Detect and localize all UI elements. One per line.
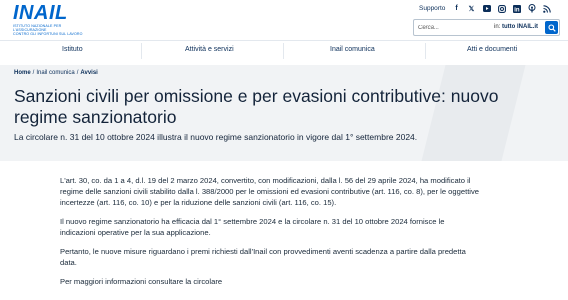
- site-header: INAIL ISTITUTO NAZIONALE PER L'ASSICURAZ…: [0, 0, 568, 65]
- breadcrumb-separator: /: [32, 70, 35, 76]
- article-paragraph: Per maggiori informazioni consultare la …: [60, 277, 223, 286]
- nav-divider: [141, 43, 142, 59]
- search-icon: [547, 23, 556, 32]
- instagram-icon[interactable]: [497, 4, 506, 13]
- rss-icon[interactable]: [542, 4, 551, 13]
- supporto-link[interactable]: Supporto: [419, 5, 445, 12]
- search-input[interactable]: [418, 23, 478, 33]
- search-scope-value: tutto INAIL.it: [502, 24, 539, 30]
- nav-item-inail-comunica[interactable]: Inail comunica: [330, 46, 375, 53]
- main-navigation: Istituto Attività e servizi Inail comuni…: [0, 40, 568, 65]
- logo-wordmark: INAIL: [13, 2, 68, 24]
- nav-item-atti-documenti[interactable]: Atti e documenti: [467, 46, 517, 53]
- nav-divider: [425, 43, 426, 59]
- article-paragraph: Pertanto, le nuove misure riguardano i p…: [60, 247, 466, 267]
- svg-text:in: in: [514, 7, 520, 12]
- nav-item-attivita-servizi[interactable]: Attività e servizi: [185, 46, 234, 53]
- podcast-icon[interactable]: [527, 4, 536, 13]
- page-title: Sanzioni civili per omissione e per evas…: [14, 86, 499, 127]
- breadcrumb: Home / Inail comunica / Avvisi: [14, 70, 98, 76]
- search-button[interactable]: [545, 21, 558, 34]
- nav-item-istituto[interactable]: Istituto: [62, 46, 83, 53]
- breadcrumb-separator: /: [76, 70, 79, 76]
- search-bar: in: tutto INAIL.it: [413, 19, 560, 36]
- logo-subtitle-line1: ISTITUTO NAZIONALE PER L'ASSICURAZIONE: [13, 24, 62, 33]
- x-icon[interactable]: 𝕏: [467, 4, 476, 13]
- breadcrumb-current: Avvisi: [80, 70, 98, 76]
- inail-logo[interactable]: INAIL ISTITUTO NAZIONALE PER L'ASSICURAZ…: [13, 3, 88, 37]
- page-subtitle: La circolare n. 31 del 10 ottobre 2024 i…: [14, 132, 418, 142]
- nav-divider: [283, 43, 284, 59]
- facebook-icon[interactable]: f: [452, 4, 461, 13]
- breadcrumb-inail-comunica[interactable]: Inail comunica: [36, 70, 74, 76]
- logo-subtitle: ISTITUTO NAZIONALE PER L'ASSICURAZIONE C…: [13, 24, 88, 37]
- breadcrumb-home[interactable]: Home: [14, 70, 31, 76]
- youtube-icon[interactable]: [482, 4, 491, 13]
- linkedin-icon[interactable]: in: [512, 4, 521, 13]
- page-hero: Home / Inail comunica / Avvisi Sanzioni civi…: [0, 65, 568, 161]
- article-body: L'art. 30, co. da 1 a 4, d.l. 19 del 2 m…: [60, 175, 480, 295]
- logo-subtitle-line2: CONTRO GLI INFORTUNI SUL LAVORO: [13, 32, 83, 37]
- search-scope-selector[interactable]: in: tutto INAIL.it: [494, 24, 538, 30]
- search-scope-prefix: in:: [494, 24, 501, 30]
- article-paragraph: L'art. 30, co. da 1 a 4, d.l. 19 del 2 m…: [60, 176, 480, 207]
- article-paragraph: Il nuovo regime sanzionatorio ha efficac…: [60, 217, 445, 237]
